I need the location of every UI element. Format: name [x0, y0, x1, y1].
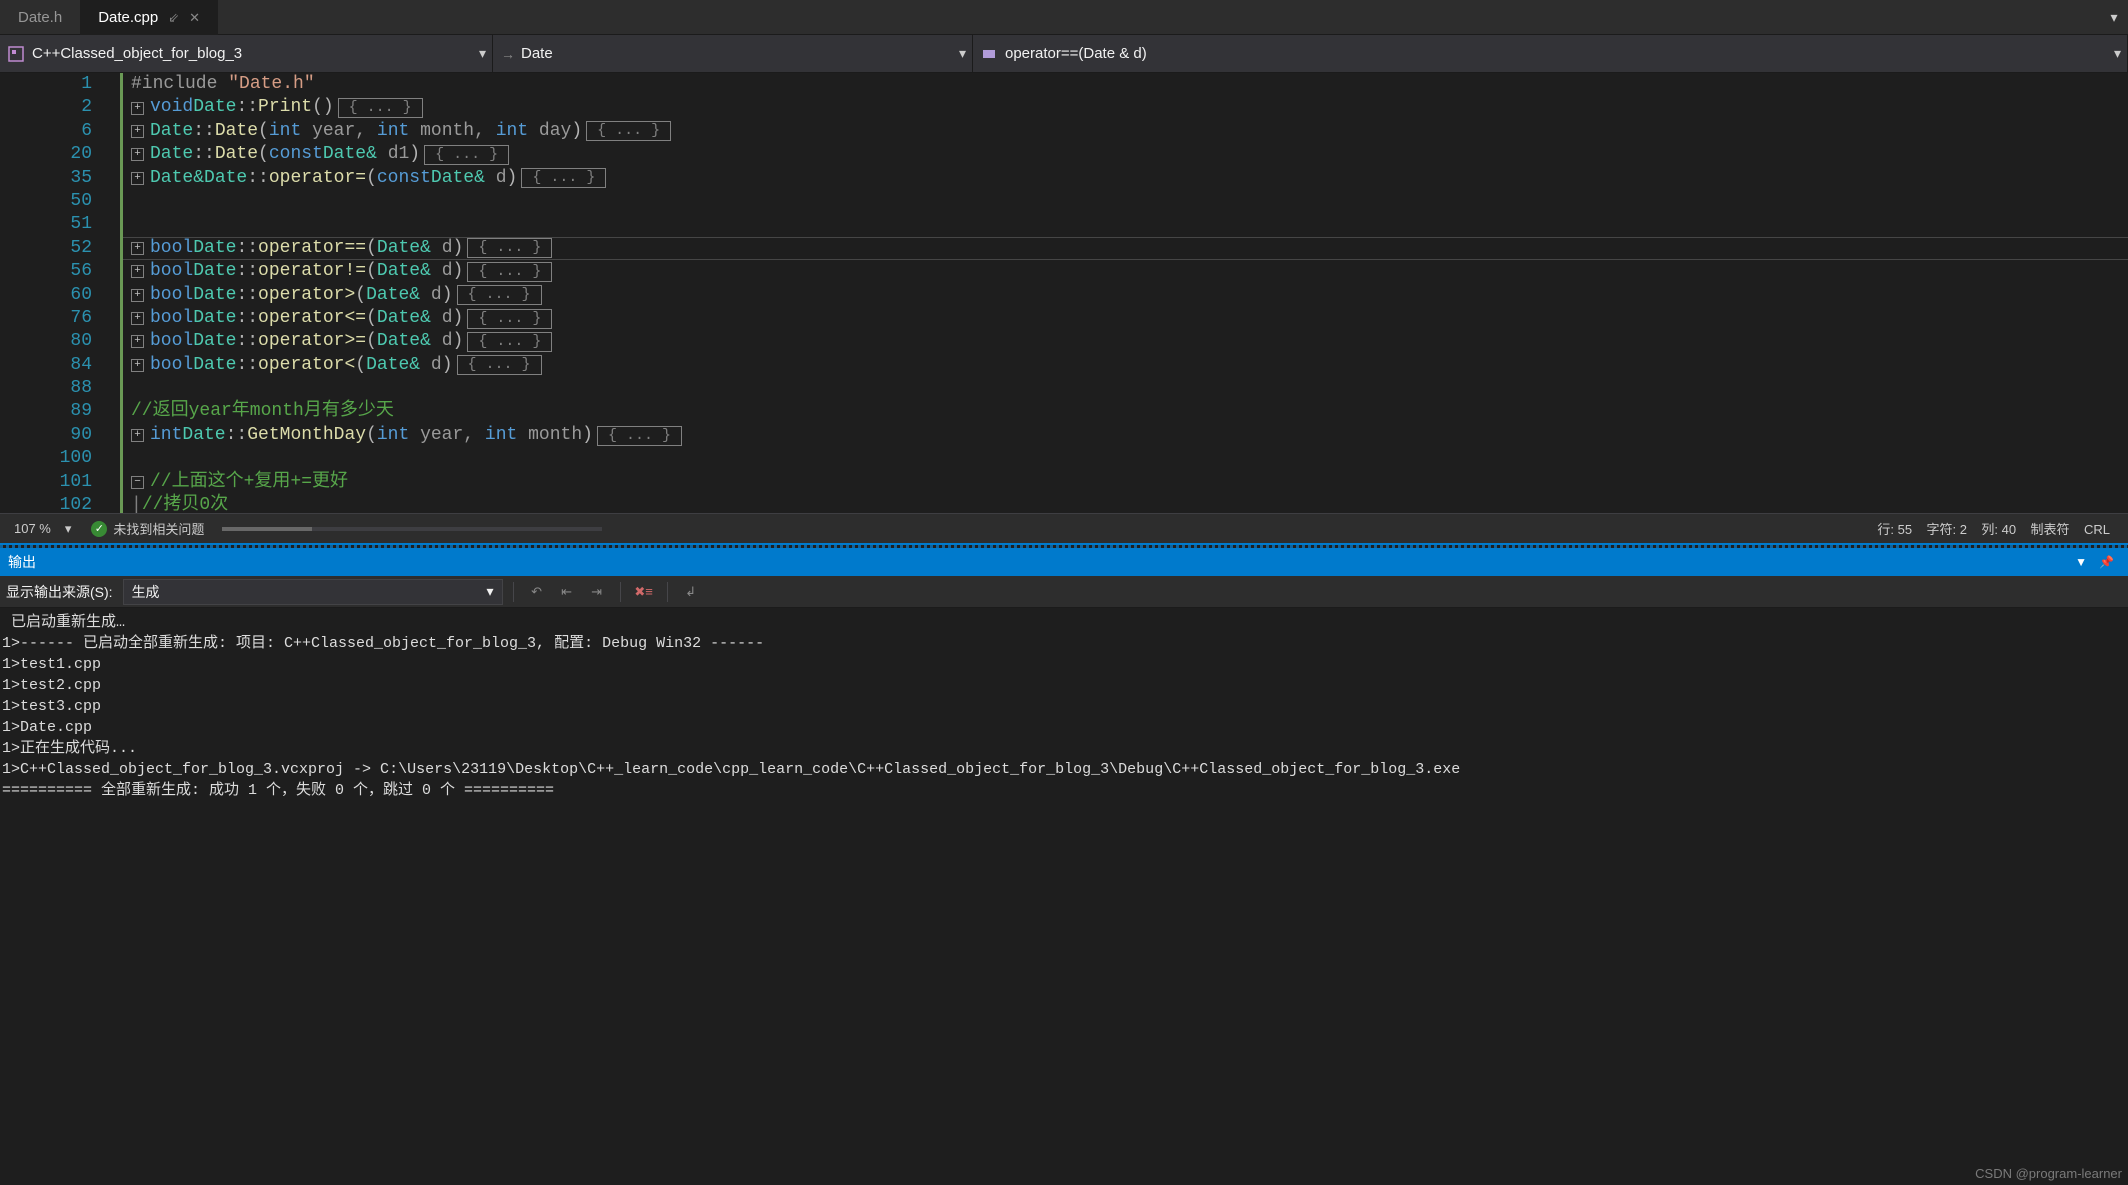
- collapsed-region[interactable]: { ... }: [586, 121, 671, 141]
- fold-icon[interactable]: +: [131, 429, 144, 442]
- tab-overflow-caret[interactable]: ▾: [2100, 0, 2128, 34]
- output-line: 1>C++Classed_object_for_blog_3.vcxproj -…: [2, 759, 2126, 780]
- output-line: 1>test2.cpp: [2, 675, 2126, 696]
- chevron-down-icon: ▾: [959, 45, 966, 62]
- collapsed-region[interactable]: { ... }: [338, 98, 423, 118]
- cursor-position: 行: 55 字符: 2 列: 40 制表符 CRL: [1859, 519, 2128, 538]
- member-dropdown[interactable]: operator==(Date & d) ▾: [973, 35, 2128, 72]
- fold-icon[interactable]: −: [131, 476, 144, 489]
- output-line: 1>test1.cpp: [2, 654, 2126, 675]
- project-icon: [8, 46, 24, 62]
- collapsed-region[interactable]: { ... }: [597, 426, 682, 446]
- output-line: 已启动重新生成…: [2, 612, 2126, 633]
- collapsed-region[interactable]: { ... }: [457, 285, 542, 305]
- tab-date-h[interactable]: Date.h: [0, 0, 80, 35]
- fold-icon[interactable]: +: [131, 312, 144, 325]
- fold-icon[interactable]: +: [131, 172, 144, 185]
- output-line: 1>test3.cpp: [2, 696, 2126, 717]
- error-status[interactable]: ✓ 未找到相关问题: [91, 519, 1859, 538]
- fold-icon[interactable]: +: [131, 359, 144, 372]
- output-line: ========== 全部重新生成: 成功 1 个，失败 0 个，跳过 0 个 …: [2, 780, 2126, 801]
- tab-label: Date.cpp: [98, 9, 158, 26]
- fold-icon[interactable]: +: [131, 242, 144, 255]
- zoom-level[interactable]: 107 %: [0, 521, 65, 536]
- output-source-dropdown[interactable]: 生成 ▾: [123, 579, 503, 605]
- output-source-label: 显示输出来源(S):: [6, 582, 119, 602]
- chevron-down-icon[interactable]: ▼: [2069, 555, 2093, 569]
- output-line: 1>正在生成代码...: [2, 738, 2126, 759]
- scope-dropdown[interactable]: C++Classed_object_for_blog_3 ▾: [0, 35, 493, 72]
- fold-icon[interactable]: +: [131, 148, 144, 161]
- tab-date-cpp[interactable]: Date.cpp ⇙ ✕: [80, 0, 218, 35]
- fold-icon[interactable]: +: [131, 289, 144, 302]
- collapsed-region[interactable]: { ... }: [467, 238, 552, 258]
- arrow-right-icon: →: [501, 46, 515, 62]
- collapsed-region[interactable]: { ... }: [457, 355, 542, 375]
- collapsed-region[interactable]: { ... }: [467, 262, 552, 282]
- collapsed-region[interactable]: { ... }: [467, 309, 552, 329]
- indent-right-button[interactable]: ⇥: [584, 579, 610, 605]
- watermark: CSDN @program-learner: [1975, 1166, 2122, 1181]
- fold-icon[interactable]: +: [131, 265, 144, 278]
- wrap-button[interactable]: ↲: [678, 579, 704, 605]
- scope-text: C++Classed_object_for_blog_3: [32, 45, 242, 62]
- collapsed-region[interactable]: { ... }: [424, 145, 509, 165]
- fold-icon[interactable]: +: [131, 125, 144, 138]
- output-console[interactable]: 已启动重新生成… 1>------ 已启动全部重新生成: 项目: C++Clas…: [0, 608, 2128, 805]
- check-icon: ✓: [91, 521, 107, 537]
- fold-icon[interactable]: +: [131, 102, 144, 115]
- tab-label: Date.h: [18, 9, 62, 26]
- output-toolbar: 显示输出来源(S): 生成 ▾ ↶ ⇤ ⇥ ✖≡ ↲: [0, 576, 2128, 608]
- close-icon[interactable]: ✕: [189, 10, 200, 26]
- member-text: operator==(Date & d): [1005, 45, 1147, 62]
- output-panel-header: 输出 ▼ 📌: [0, 548, 2128, 576]
- class-text: Date: [521, 45, 553, 62]
- chevron-down-icon: ▾: [2114, 45, 2121, 62]
- collapsed-region[interactable]: { ... }: [467, 332, 552, 352]
- code-area[interactable]: #include "Date.h" +void Date::Print(){ .…: [123, 73, 2128, 513]
- navigation-bar: C++Classed_object_for_blog_3 ▾ → Date ▾ …: [0, 35, 2128, 73]
- line-gutter: 12620355051525660768084888990100101102: [0, 73, 112, 513]
- indent-left-button[interactable]: ⇤: [554, 579, 580, 605]
- collapsed-region[interactable]: { ... }: [521, 168, 606, 188]
- clear-output-button[interactable]: ✖≡: [631, 579, 657, 605]
- chevron-down-icon: ▾: [479, 45, 486, 62]
- output-source-value: 生成: [132, 582, 160, 602]
- output-line: 1>Date.cpp: [2, 717, 2126, 738]
- fold-icon[interactable]: +: [131, 335, 144, 348]
- pin-icon[interactable]: 📌: [2093, 555, 2120, 569]
- method-icon: [981, 46, 997, 62]
- pin-icon[interactable]: ⇙: [168, 10, 179, 26]
- editor-tab-bar: Date.h Date.cpp ⇙ ✕ ▾: [0, 0, 2128, 35]
- horizontal-scrollbar[interactable]: [222, 527, 602, 531]
- code-editor[interactable]: 12620355051525660768084888990100101102 #…: [0, 73, 2128, 513]
- editor-status-bar: 107 % ▾ ✓ 未找到相关问题 行: 55 字符: 2 列: 40 制表符 …: [0, 513, 2128, 543]
- class-dropdown[interactable]: → Date ▾: [493, 35, 973, 72]
- output-line: 1>------ 已启动全部重新生成: 项目: C++Classed_objec…: [2, 633, 2126, 654]
- error-status-text: 未找到相关问题: [113, 519, 204, 538]
- output-title: 输出: [8, 552, 36, 572]
- chevron-down-icon: ▾: [487, 583, 494, 600]
- prev-message-button[interactable]: ↶: [524, 579, 550, 605]
- zoom-caret-icon[interactable]: ▾: [65, 521, 84, 537]
